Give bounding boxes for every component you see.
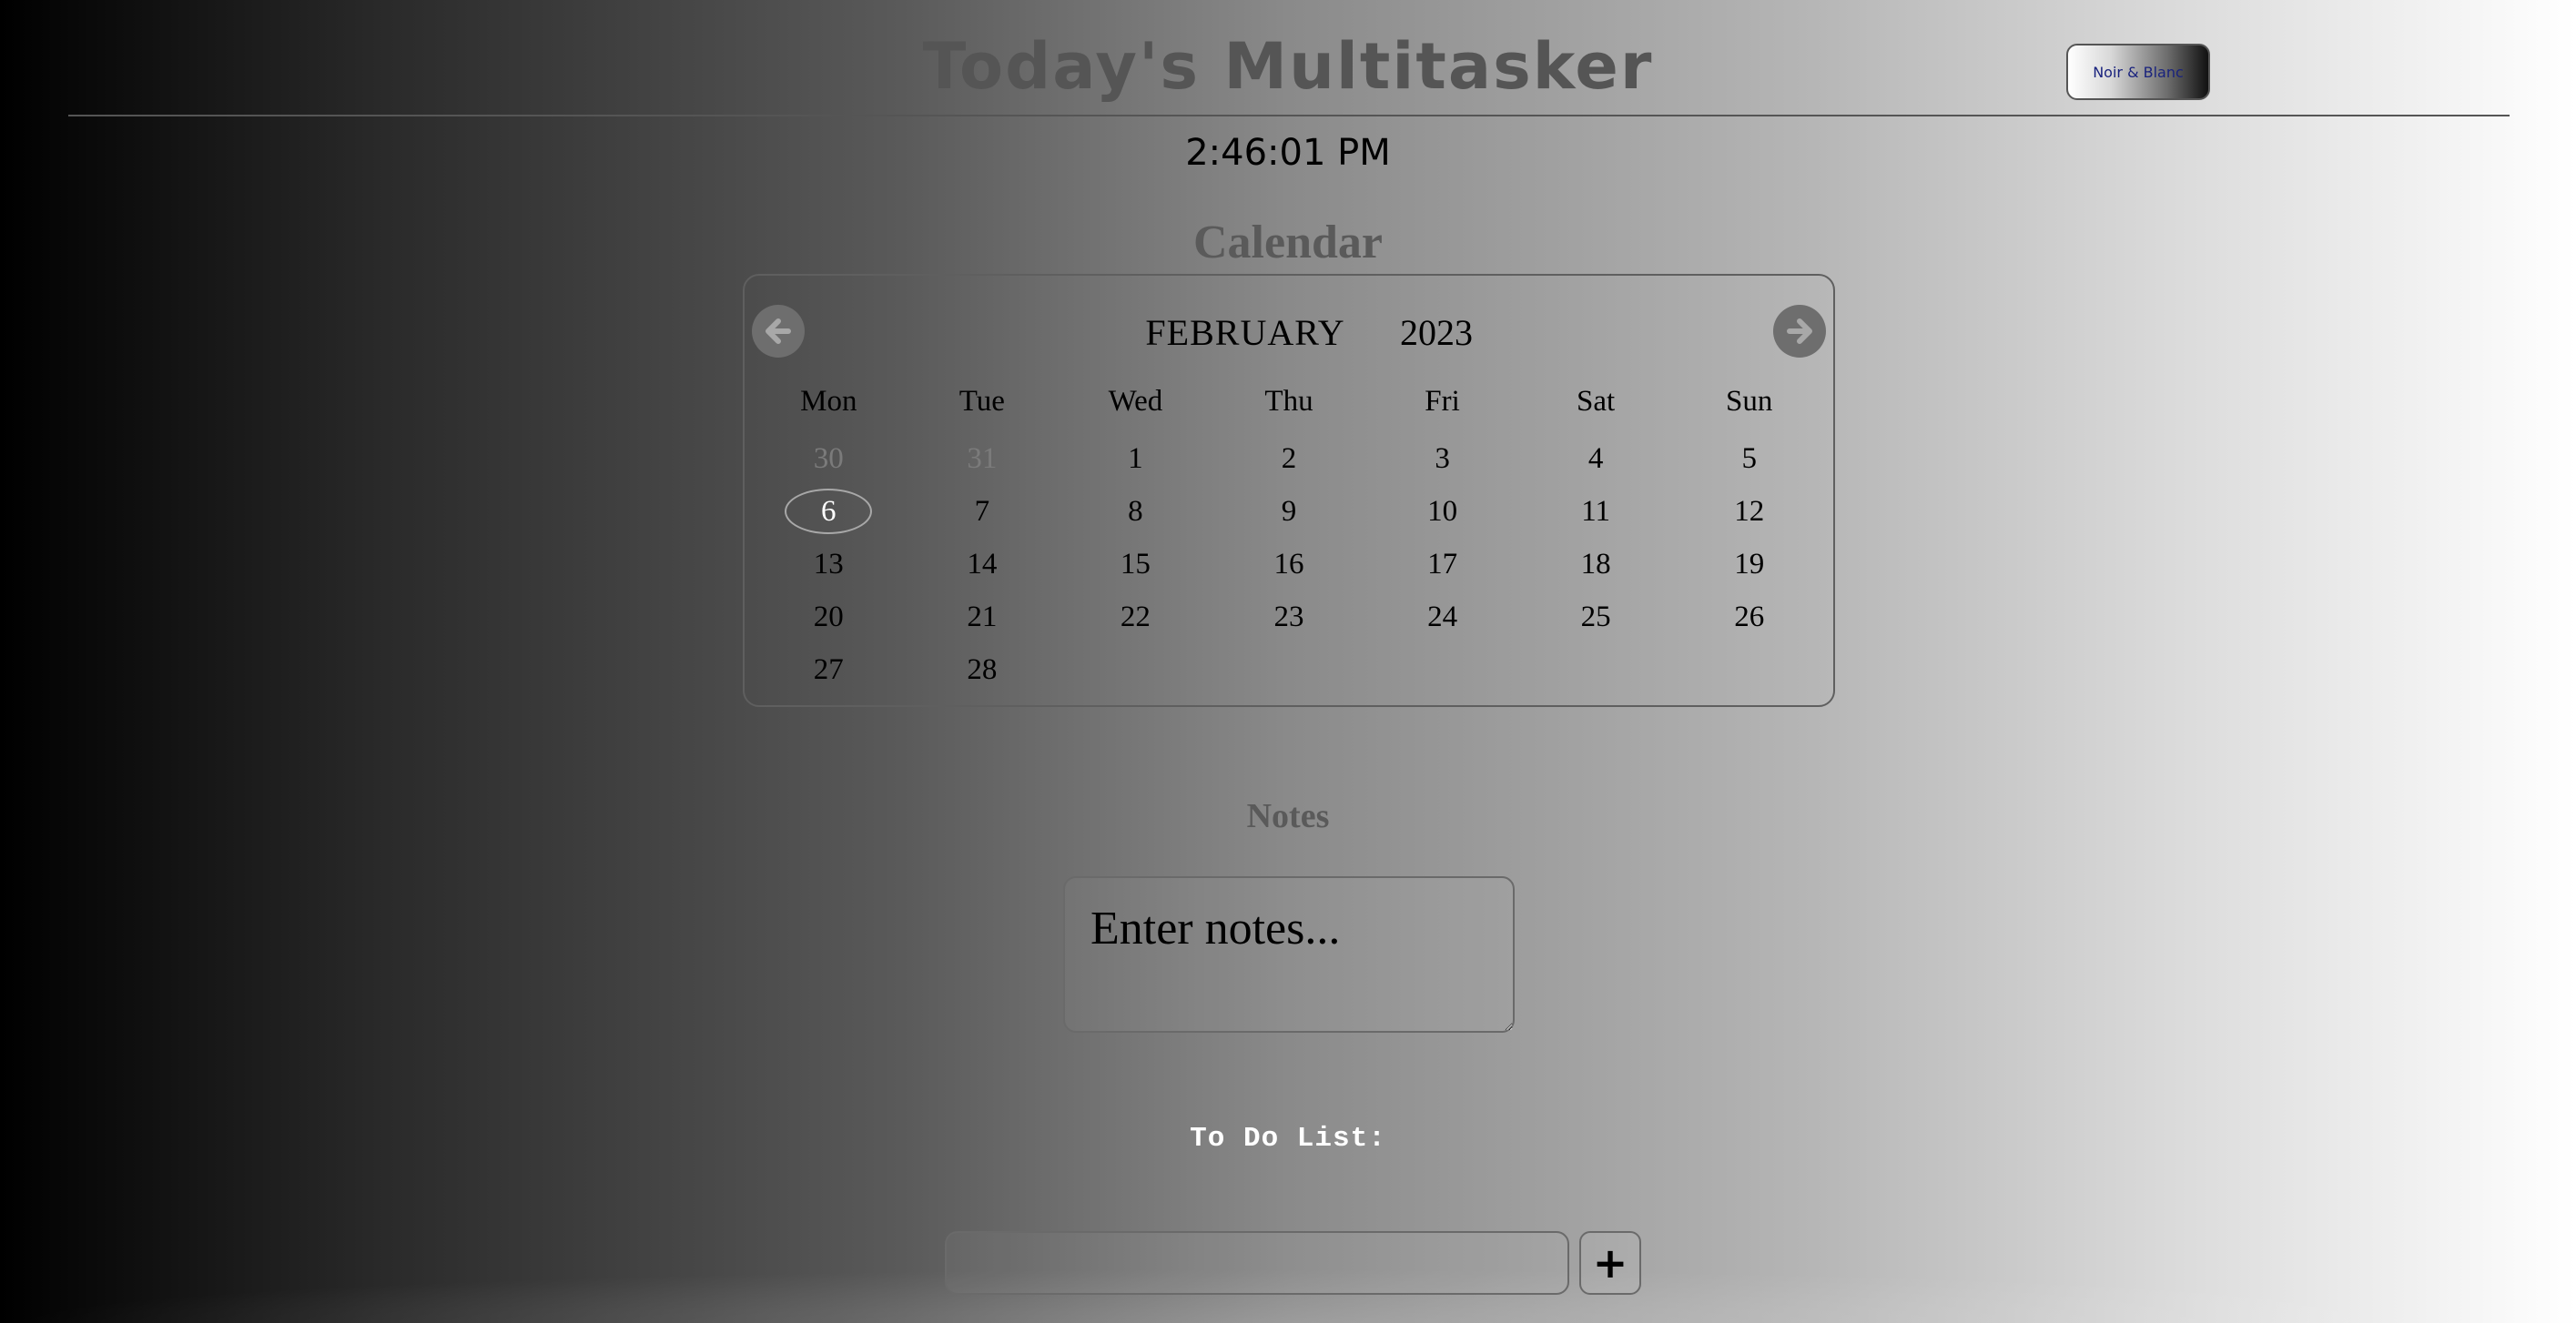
calendar-day-number: 14 — [967, 547, 998, 581]
weekday-label: Tue — [958, 385, 1005, 418]
calendar-day-number: 6 — [785, 489, 873, 534]
calendar-day[interactable]: 11 — [1519, 485, 1673, 538]
weekday-header-row: Mon Tue Wed Thu Fri Sat Sun — [745, 381, 1833, 421]
calendar-day-number: 3 — [1435, 441, 1450, 475]
calendar-day-number: 8 — [1128, 494, 1143, 528]
calendar-day-empty — [1212, 643, 1366, 696]
calendar-day[interactable]: 16 — [1212, 538, 1366, 591]
calendar-day-empty — [1672, 643, 1826, 696]
calendar-day-other-month[interactable]: 31 — [906, 432, 1060, 485]
calendar-day-number: 27 — [813, 652, 844, 686]
weekday-label: Fri — [1425, 385, 1460, 418]
weekday-label: Thu — [1264, 385, 1313, 418]
weekday-label: Sat — [1577, 385, 1616, 418]
calendar-day-number: 19 — [1734, 547, 1765, 581]
calendar-day-number: 31 — [967, 441, 998, 475]
calendar-day-today[interactable]: 6 — [752, 485, 906, 538]
calendar-day[interactable]: 14 — [906, 538, 1060, 591]
calendar-day-number: 4 — [1587, 441, 1604, 475]
calendar-day-empty — [1519, 643, 1673, 696]
next-month-button[interactable] — [1773, 305, 1826, 358]
calendar-day-number: 12 — [1734, 494, 1765, 528]
calendar-day-number: 2 — [1281, 441, 1297, 475]
calendar-day[interactable]: 8 — [1059, 485, 1212, 538]
calendar-day-number: 24 — [1427, 600, 1458, 633]
calendar-day-number: 17 — [1427, 547, 1458, 581]
calendar-day-grid: 30 31 1 2 3 4 5 6 7 8 9 10 11 12 13 14 15 16 17 18 19 20 21 22 2… — [745, 432, 1833, 696]
calendar-day-number: 10 — [1427, 494, 1458, 528]
calendar-day-other-month[interactable]: 30 — [752, 432, 906, 485]
arrow-right-circle-icon — [1787, 318, 1812, 344]
calendar-day-number: 9 — [1281, 494, 1297, 528]
clock-time: 2:46:01 PM — [1185, 132, 1391, 174]
calendar-day-number: 5 — [1741, 441, 1757, 475]
calendar-day[interactable]: 5 — [1672, 432, 1826, 485]
notes-textarea[interactable] — [1063, 876, 1515, 1033]
header-divider — [68, 115, 2510, 116]
weekday-label: Wed — [1108, 385, 1163, 418]
calendar-day[interactable]: 4 — [1519, 432, 1673, 485]
calendar-month: FEBRUARY — [1145, 312, 1345, 353]
calendar-day-number: 21 — [967, 600, 998, 633]
calendar-day-number: 26 — [1734, 600, 1765, 633]
calendar-day-number: 28 — [967, 652, 998, 686]
calendar-day[interactable]: 3 — [1365, 432, 1519, 485]
calendar-day[interactable]: 2 — [1212, 432, 1366, 485]
calendar-heading: Calendar — [1193, 217, 1383, 268]
calendar-day-number: 1 — [1128, 441, 1143, 475]
calendar-day[interactable]: 17 — [1365, 538, 1519, 591]
calendar-day[interactable]: 21 — [906, 591, 1060, 643]
calendar-year: 2023 — [1400, 312, 1473, 353]
prev-month-button[interactable] — [752, 305, 805, 358]
calendar-day[interactable]: 28 — [906, 643, 1060, 696]
calendar-day-number: 23 — [1273, 600, 1304, 633]
calendar-day[interactable]: 13 — [752, 538, 906, 591]
calendar-day-empty — [1059, 643, 1212, 696]
calendar-day-number: 7 — [974, 494, 990, 528]
calendar-day[interactable]: 26 — [1672, 591, 1826, 643]
calendar-day[interactable]: 15 — [1059, 538, 1212, 591]
calendar-day-number: 20 — [813, 600, 844, 633]
weekday-label: Mon — [800, 385, 857, 418]
add-todo-button[interactable]: + — [1579, 1231, 1641, 1295]
arrow-left-circle-icon — [766, 318, 791, 344]
todo-input[interactable] — [945, 1231, 1569, 1295]
notes-heading: Notes — [1246, 797, 1330, 835]
calendar-day[interactable]: 25 — [1519, 591, 1673, 643]
todo-heading: To Do List: — [1190, 1123, 1386, 1155]
calendar-day[interactable]: 9 — [1212, 485, 1366, 538]
weekday-label: Sun — [1726, 385, 1773, 418]
calendar-day[interactable]: 24 — [1365, 591, 1519, 643]
calendar-day[interactable]: 1 — [1059, 432, 1212, 485]
calendar-day[interactable]: 10 — [1365, 485, 1519, 538]
theme-toggle-button[interactable]: Noir & Blanc — [2066, 44, 2210, 100]
calendar-widget: FEBRUARY 2023 Mon Tue Wed Thu Fri Sat Su… — [743, 274, 1835, 707]
calendar-day-empty — [1365, 643, 1519, 696]
calendar-day[interactable]: 7 — [906, 485, 1060, 538]
calendar-day[interactable]: 22 — [1059, 591, 1212, 643]
calendar-day[interactable]: 27 — [752, 643, 906, 696]
calendar-day[interactable]: 20 — [752, 591, 906, 643]
calendar-day-number: 25 — [1580, 600, 1611, 633]
calendar-day-number: 15 — [1120, 547, 1151, 581]
calendar-day[interactable]: 12 — [1672, 485, 1826, 538]
calendar-day[interactable]: 18 — [1519, 538, 1673, 591]
calendar-day-number: 30 — [813, 441, 844, 475]
calendar-day-number: 22 — [1120, 600, 1151, 633]
calendar-day-number: 11 — [1581, 494, 1611, 528]
calendar-day-number: 13 — [813, 547, 844, 581]
calendar-day-number: 16 — [1273, 547, 1304, 581]
calendar-day[interactable]: 23 — [1212, 591, 1366, 643]
calendar-day[interactable]: 19 — [1672, 538, 1826, 591]
calendar-day-number: 18 — [1580, 547, 1611, 581]
